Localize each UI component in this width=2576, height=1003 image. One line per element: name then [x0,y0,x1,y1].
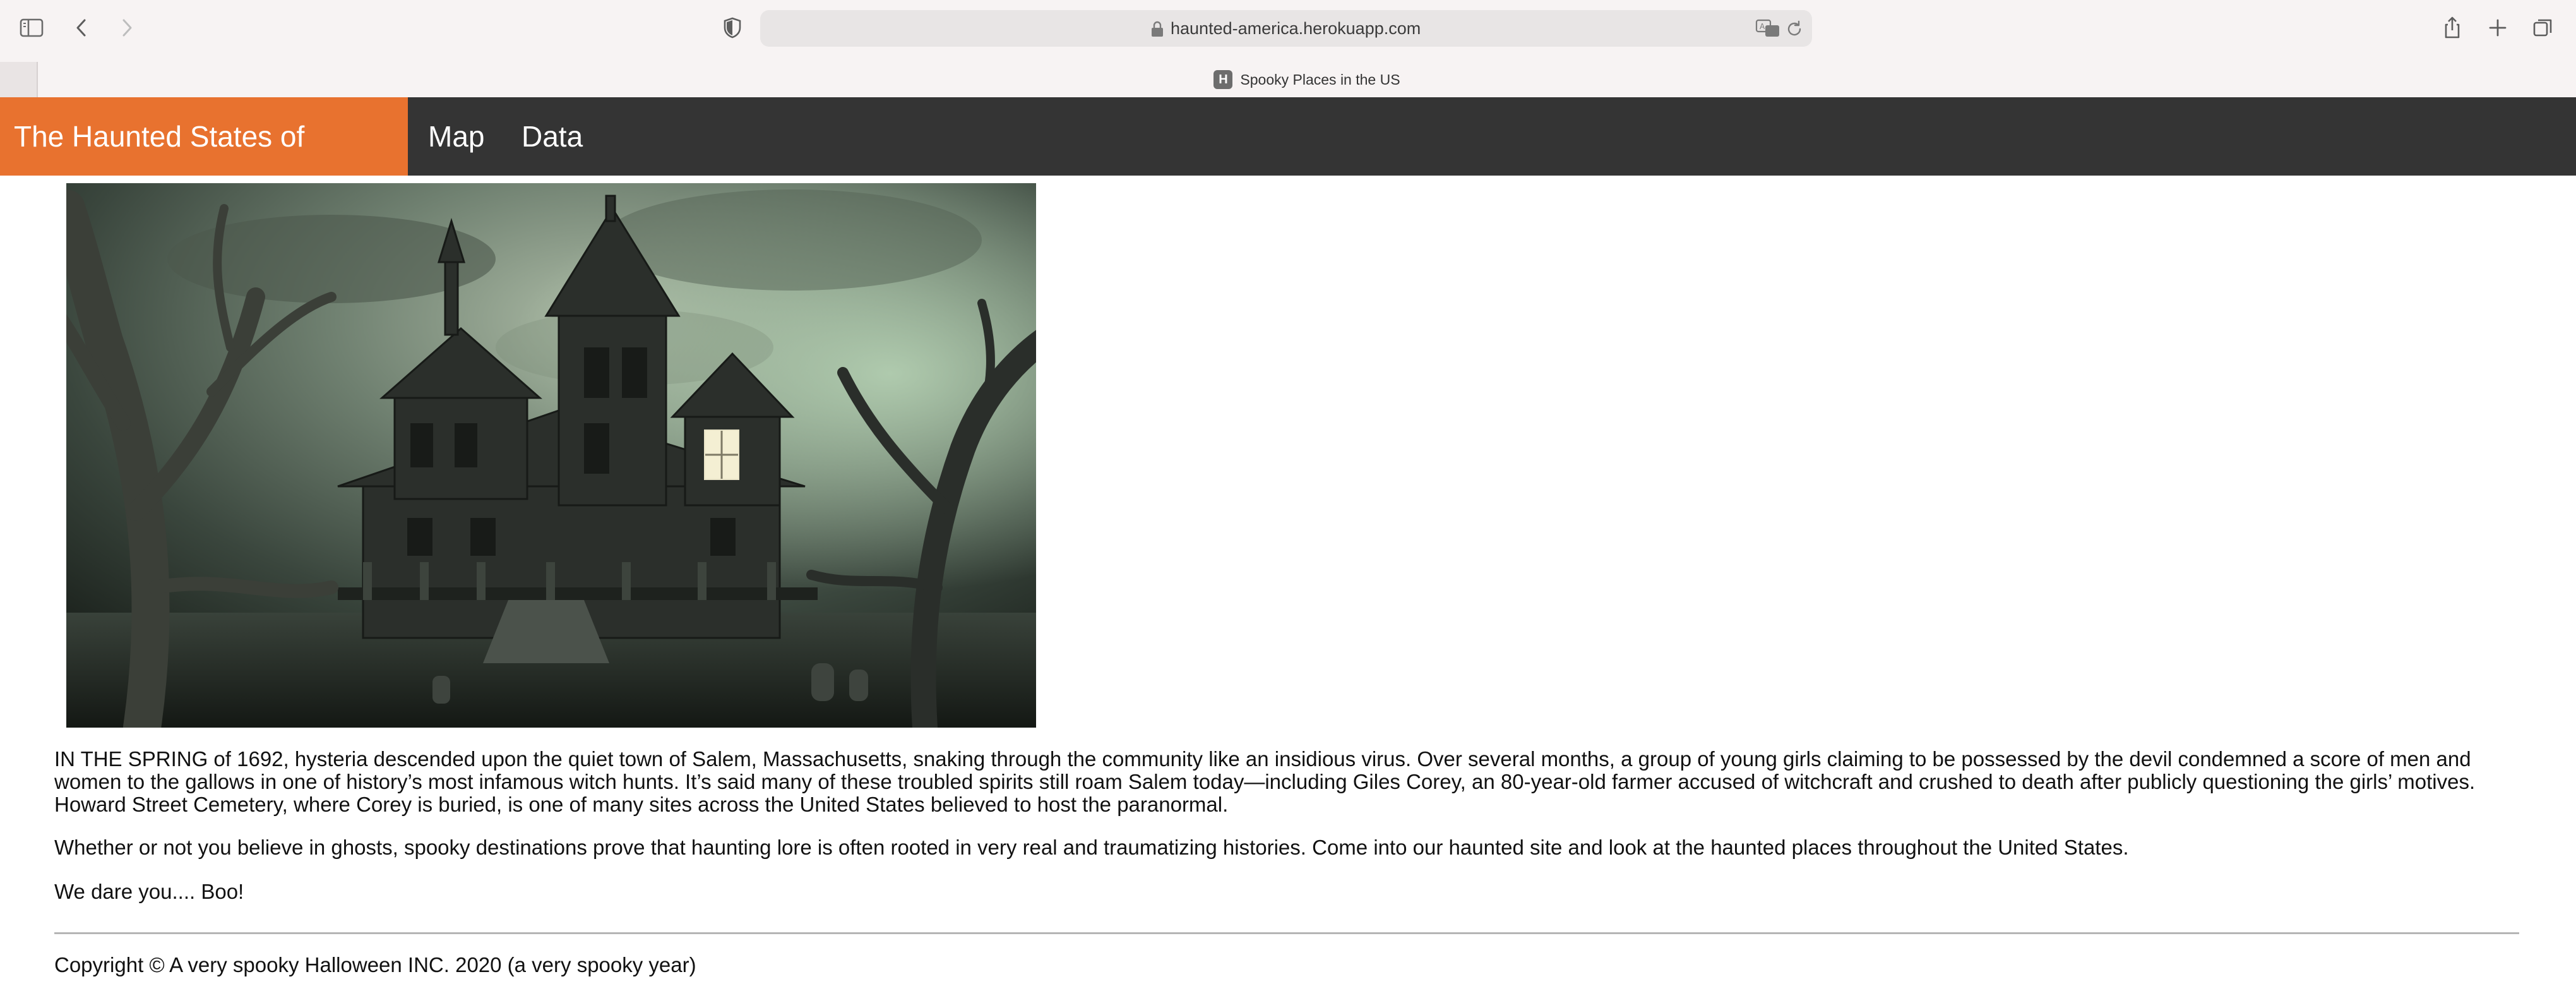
tab-strip: H Spooky Places in the US [0,62,2576,97]
back-arrow-icon[interactable] [68,14,96,42]
privacy-shield-icon[interactable] [719,14,746,42]
new-tab-plus-icon[interactable] [2484,14,2512,42]
svg-text:A: A [1760,22,1765,31]
tab-strip-edge [0,62,38,97]
invitation-paragraph: Whether or not you believe in ghosts, sp… [54,836,2129,859]
footer-divider [54,932,2519,934]
lock-icon [1152,21,1163,37]
share-icon[interactable] [2438,14,2466,42]
browser-chrome: haunted-america.herokuapp.com A H Spooky… [0,0,2576,97]
tab-title: Spooky Places in the US [1240,71,1400,88]
tab-overview-icon[interactable] [2529,14,2557,42]
forward-arrow-icon[interactable] [112,14,140,42]
sidebar-toggle-icon[interactable] [18,14,45,42]
nav-link-data[interactable]: Data [522,97,583,176]
site-navbar: The Haunted States of America Map Data [0,97,2576,231]
nav-link-map[interactable]: Map [428,97,484,176]
article-body: IN THE SPRING of 1692, hysteria descende… [54,748,2523,903]
reload-icon[interactable] [1784,19,1804,39]
haunted-mansion-image [66,183,1036,728]
active-tab[interactable]: H Spooky Places in the US [38,62,2576,97]
intro-paragraph: IN THE SPRING of 1692, hysteria descende… [54,747,2476,816]
copyright-text: Copyright © A very spooky Halloween INC.… [54,953,696,976]
translate-icon[interactable]: A [1755,18,1780,40]
dare-paragraph: We dare you.... Boo! [54,880,244,903]
url-text: haunted-america.herokuapp.com [1171,19,1421,38]
address-bar[interactable]: haunted-america.herokuapp.com A [760,10,1812,47]
brand-link[interactable]: The Haunted States of America [0,97,408,231]
browser-toolbar: haunted-america.herokuapp.com A [0,0,2576,56]
site-favicon-icon: H [1213,70,1233,89]
